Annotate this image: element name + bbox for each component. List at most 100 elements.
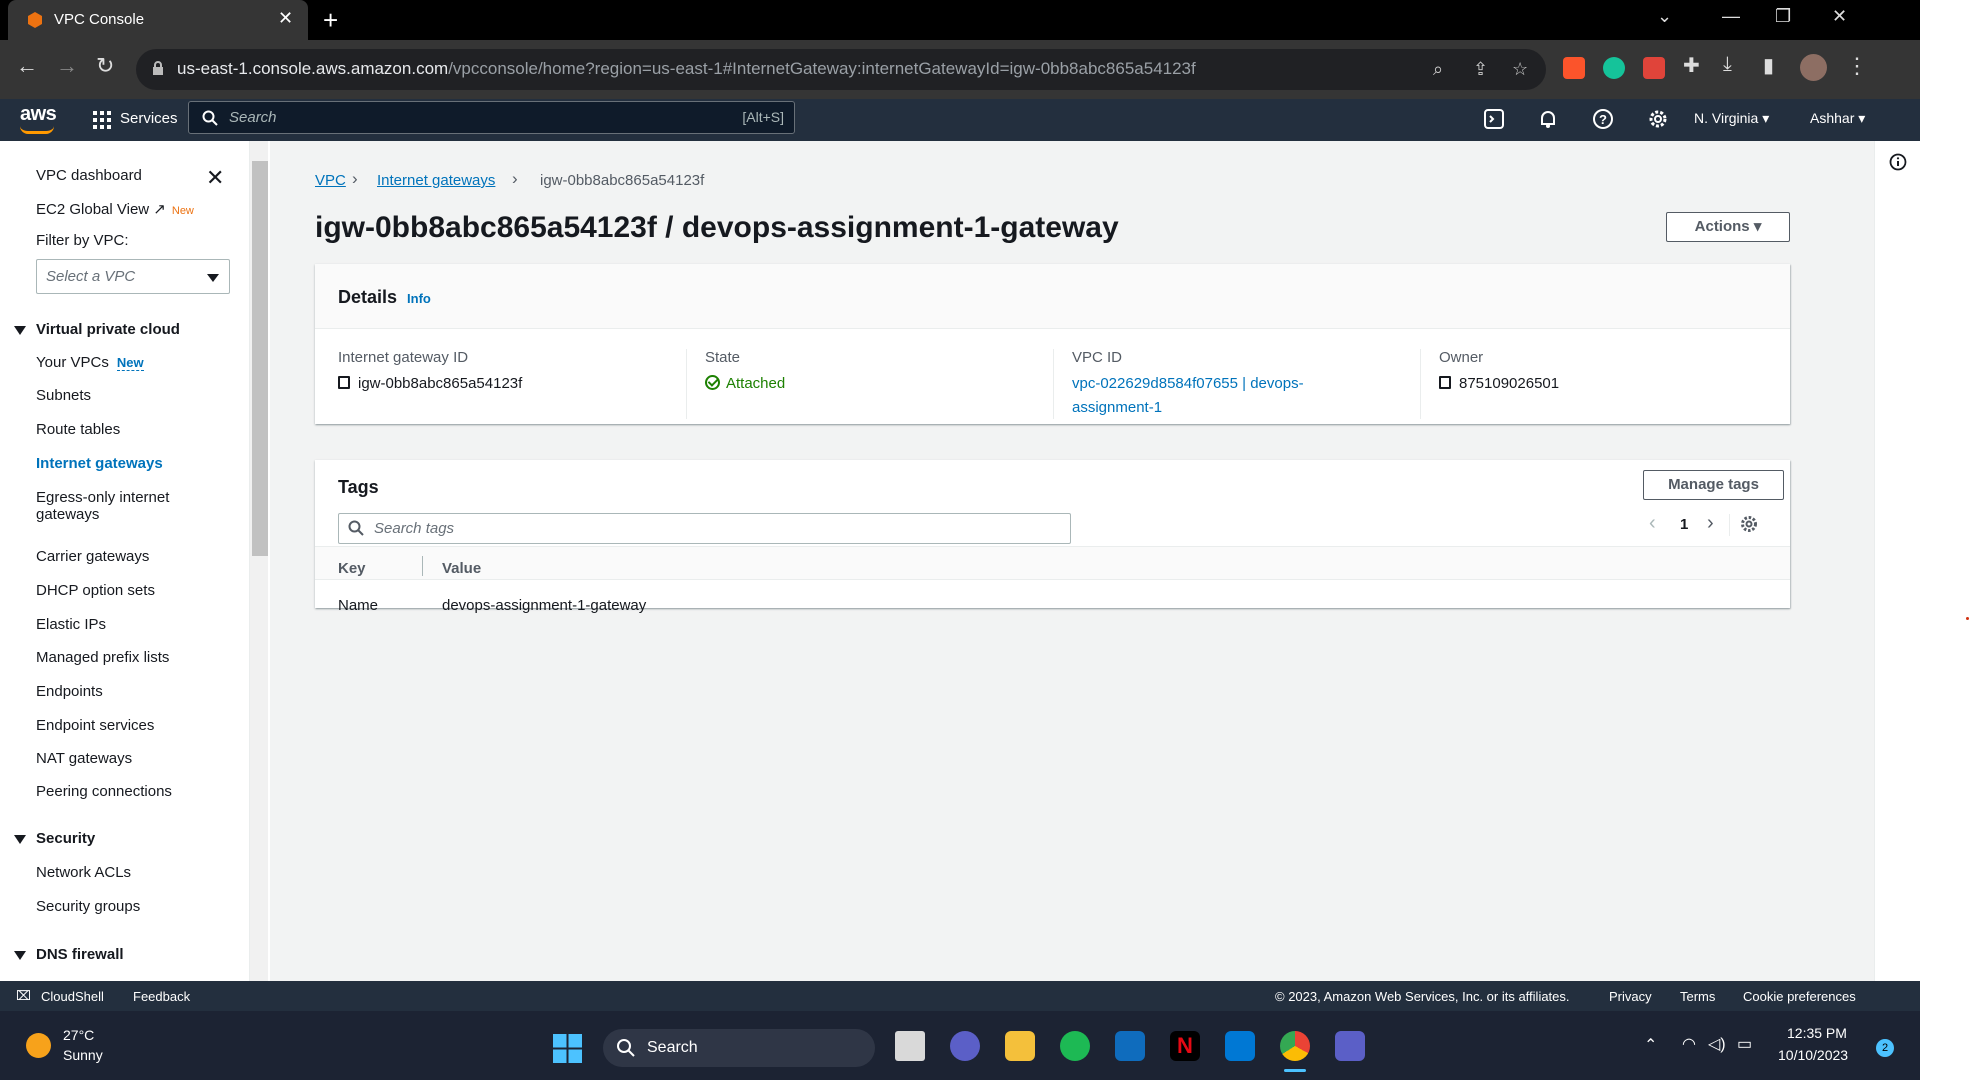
netflix-icon[interactable]: N xyxy=(1170,1031,1200,1061)
wifi-icon[interactable]: ◠ xyxy=(1682,1034,1696,1054)
sidebar-item-route-tables[interactable]: Route tables xyxy=(36,421,120,438)
section-virtual-private-cloud[interactable]: Virtual private cloud xyxy=(14,321,180,338)
brave-extension-icon[interactable] xyxy=(1563,57,1585,79)
profile-avatar[interactable] xyxy=(1800,54,1827,81)
settings-gear-icon[interactable] xyxy=(1647,108,1669,130)
vpc-filter-select[interactable]: Select a VPC xyxy=(36,259,230,294)
breadcrumb-internet-gateways[interactable]: Internet gateways xyxy=(377,172,495,189)
sidebar-item-network-acls[interactable]: Network ACLs xyxy=(36,864,131,881)
sun-icon[interactable] xyxy=(26,1033,51,1058)
copy-icon[interactable] xyxy=(338,376,350,389)
spotify-icon[interactable] xyxy=(1060,1031,1090,1061)
sidebar-item-endpoints[interactable]: Endpoints xyxy=(36,683,103,700)
sidebar-scrollbar-thumb[interactable] xyxy=(252,161,268,556)
outlook-icon[interactable] xyxy=(1115,1031,1145,1061)
notifications-bell-icon[interactable] xyxy=(1537,108,1559,130)
sidebar-item-security-groups[interactable]: Security groups xyxy=(36,898,140,915)
column-header-key[interactable]: Key xyxy=(338,560,366,577)
share-icon[interactable]: ⇪ xyxy=(1473,59,1488,80)
show-hidden-icons-icon[interactable]: ⌃ xyxy=(1644,1035,1657,1055)
file-explorer-icon[interactable] xyxy=(1005,1031,1035,1061)
tab-search-icon[interactable]: ⌄ xyxy=(1657,6,1672,27)
footer-cookie-preferences[interactable]: Cookie preferences xyxy=(1743,989,1856,1004)
weather-temperature[interactable]: 27°C xyxy=(63,1027,94,1043)
vpc-id-link[interactable]: vpc-022629d8584f07655 | devops-assignmen… xyxy=(1072,372,1412,420)
preferences-gear-icon[interactable] xyxy=(1740,515,1758,533)
task-view-icon[interactable] xyxy=(895,1031,925,1061)
actions-button[interactable]: Actions ▾ xyxy=(1666,212,1790,242)
aws-search-input[interactable]: Search [Alt+S] xyxy=(188,101,795,134)
footer-terms[interactable]: Terms xyxy=(1680,989,1715,1004)
section-security[interactable]: Security xyxy=(14,830,95,847)
lock-extension-icon[interactable] xyxy=(1643,57,1665,79)
tab-close-icon[interactable]: ✕ xyxy=(278,8,293,29)
copy-icon[interactable] xyxy=(1439,376,1451,389)
cloudshell-icon[interactable] xyxy=(1483,108,1505,130)
download-icon[interactable]: ⤓ xyxy=(1723,53,1732,76)
window-close-icon[interactable]: ✕ xyxy=(1832,6,1847,27)
help-icon[interactable]: ? xyxy=(1592,108,1614,130)
sidebar-item-ec2-global-view[interactable]: EC2 Global View ↗ New xyxy=(36,200,194,218)
sidebar-item-dhcp-option-sets[interactable]: DHCP option sets xyxy=(36,582,155,599)
forward-icon[interactable]: → xyxy=(56,53,78,79)
weather-condition[interactable]: Sunny xyxy=(63,1047,103,1063)
sidebar-item-your-vpcs[interactable]: Your VPCs New xyxy=(36,354,144,371)
extensions-puzzle-icon[interactable]: ✚ xyxy=(1683,53,1700,78)
footer-cloudshell[interactable]: CloudShell xyxy=(41,989,104,1004)
igw-id-value: igw-0bb8abc865a54123f xyxy=(338,372,678,396)
notification-count-badge[interactable]: 2 xyxy=(1876,1039,1894,1057)
side-panel-icon[interactable]: ▮ xyxy=(1763,53,1774,78)
bookmark-star-icon[interactable]: ☆ xyxy=(1512,59,1528,80)
restore-icon[interactable]: ❐ xyxy=(1775,6,1791,27)
breadcrumb-vpc[interactable]: VPC xyxy=(315,172,346,189)
footer-privacy[interactable]: Privacy xyxy=(1609,989,1652,1004)
battery-icon[interactable]: ▭ xyxy=(1737,1034,1752,1054)
services-menu[interactable]: Services xyxy=(120,110,178,127)
sidebar-item-vpc-dashboard[interactable]: VPC dashboard xyxy=(36,167,142,184)
browser-tab[interactable]: VPC Console ✕ xyxy=(8,0,308,40)
aws-logo[interactable]: aws xyxy=(20,103,57,126)
account-menu[interactable]: Ashhar ▾ xyxy=(1810,110,1865,127)
info-link[interactable]: Info xyxy=(407,291,431,306)
vscode-icon[interactable] xyxy=(1225,1031,1255,1061)
back-icon[interactable]: ← xyxy=(16,53,38,79)
sidebar-item-egress-only-internet-gateways[interactable]: Egress-only internet gateways xyxy=(36,489,169,523)
footer-feedback[interactable]: Feedback xyxy=(133,989,190,1004)
teams-icon[interactable] xyxy=(1335,1031,1365,1061)
section-dns-firewall[interactable]: DNS firewall xyxy=(14,946,124,963)
chrome-icon[interactable] xyxy=(1280,1031,1310,1061)
page-number[interactable]: 1 xyxy=(1680,516,1688,533)
browser-menu-icon[interactable]: ⋮ xyxy=(1846,53,1868,79)
address-bar[interactable]: us-east-1.console.aws.amazon.com/vpccons… xyxy=(136,49,1546,90)
next-page-icon[interactable]: › xyxy=(1707,512,1714,535)
new-tab-icon[interactable]: + xyxy=(323,5,338,36)
previous-page-icon[interactable]: ‹ xyxy=(1649,512,1656,535)
info-circle-icon[interactable] xyxy=(1889,153,1907,171)
manage-tags-button[interactable]: Manage tags xyxy=(1643,470,1784,500)
sidebar-item-managed-prefix-lists[interactable]: Managed prefix lists xyxy=(36,649,169,666)
column-header-value[interactable]: Value xyxy=(442,560,481,577)
windows-start-icon[interactable] xyxy=(553,1034,582,1063)
taskbar-search[interactable]: Search xyxy=(603,1029,875,1067)
clock-time[interactable]: 12:35 PM xyxy=(1787,1025,1847,1041)
zoom-icon[interactable]: ⌕ xyxy=(1433,59,1443,80)
volume-icon[interactable]: ◁) xyxy=(1708,1034,1726,1054)
sidebar-item-subnets[interactable]: Subnets xyxy=(36,387,91,404)
grammarly-extension-icon[interactable] xyxy=(1603,57,1625,79)
services-grid-icon[interactable] xyxy=(93,111,111,129)
sidebar-item-endpoint-services[interactable]: Endpoint services xyxy=(36,717,154,734)
reload-icon[interactable]: ↻ xyxy=(96,53,114,79)
minimize-icon[interactable]: — xyxy=(1722,6,1740,27)
sidebar-close-icon[interactable]: ✕ xyxy=(206,165,224,191)
clock-date[interactable]: 10/10/2023 xyxy=(1778,1047,1848,1063)
sidebar-item-nat-gateways[interactable]: NAT gateways xyxy=(36,750,132,767)
region-selector[interactable]: N. Virginia ▾ xyxy=(1694,110,1769,127)
cloudshell-icon[interactable]: ⌧ xyxy=(16,988,31,1004)
chat-icon[interactable] xyxy=(950,1031,980,1061)
sidebar-item-peering-connections[interactable]: Peering connections xyxy=(36,783,172,800)
sidebar-item-carrier-gateways[interactable]: Carrier gateways xyxy=(36,548,149,565)
column-resizer[interactable] xyxy=(422,556,423,576)
sidebar-item-internet-gateways[interactable]: Internet gateways xyxy=(36,455,163,472)
sidebar-item-elastic-ips[interactable]: Elastic IPs xyxy=(36,616,106,633)
tags-search-input[interactable]: Search tags xyxy=(338,513,1071,544)
